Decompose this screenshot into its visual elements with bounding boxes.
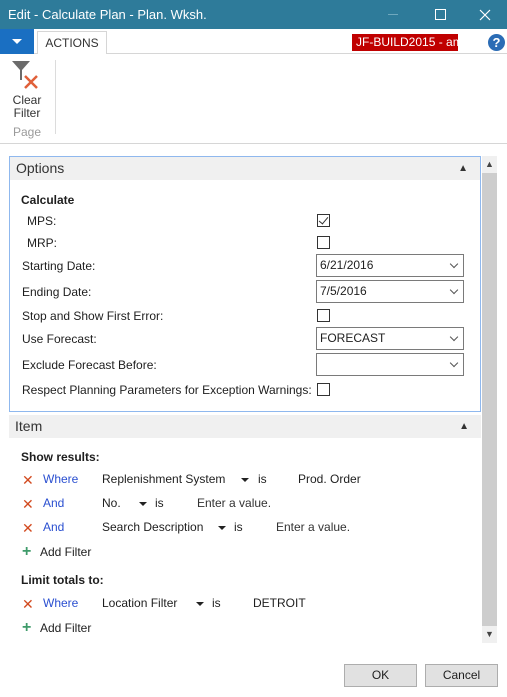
app-menu-button[interactable] xyxy=(0,29,34,54)
remove-filter-icon[interactable]: ✕ xyxy=(22,596,34,612)
clear-filter-label-2: Filter xyxy=(13,106,41,120)
filter-operator: is xyxy=(212,596,221,610)
ending-date-field[interactable]: 7/5/2016 xyxy=(316,280,464,303)
filter-field[interactable]: Location Filter xyxy=(102,596,177,610)
stop-first-error-checkbox[interactable] xyxy=(317,309,330,322)
dialog-content: Options ▲ Calculate MPS: MRP: Starting D… xyxy=(0,145,507,645)
scroll-up-icon[interactable]: ▲ xyxy=(482,156,497,173)
ending-date-value: 7/5/2016 xyxy=(320,284,367,298)
clear-filter-button[interactable]: Clear Filter xyxy=(8,58,46,120)
filter-value[interactable]: DETROIT xyxy=(253,596,306,610)
filter-operator: is xyxy=(155,496,164,510)
server-badge: JF-BUILD2015 - amurp... xyxy=(352,34,458,51)
item-header[interactable]: Item ▲ xyxy=(9,415,481,438)
filter-operator: is xyxy=(234,520,243,534)
options-header[interactable]: Options ▲ xyxy=(10,157,480,180)
maximize-button[interactable] xyxy=(420,0,460,29)
filter-operator: is xyxy=(258,472,267,486)
filter-field[interactable]: No. xyxy=(102,496,121,510)
dropdown-icon[interactable] xyxy=(196,602,204,606)
starting-date-field[interactable]: 6/21/2016 xyxy=(316,254,464,277)
mrp-checkbox[interactable] xyxy=(317,236,330,249)
use-forecast-label: Use Forecast: xyxy=(22,332,97,346)
ribbon-tabs: ACTIONS JF-BUILD2015 - amurp... ? xyxy=(0,29,507,55)
chevron-down-icon[interactable] xyxy=(449,259,459,269)
show-results-label: Show results: xyxy=(21,450,100,464)
item-header-title: Item xyxy=(15,418,43,434)
remove-filter-icon[interactable]: ✕ xyxy=(22,472,34,488)
plus-icon: + xyxy=(22,619,32,636)
minimize-icon xyxy=(388,14,398,15)
collapse-icon[interactable]: ▲ xyxy=(458,157,468,180)
dropdown-icon[interactable] xyxy=(218,526,226,530)
filter-conjunction[interactable]: And xyxy=(43,520,64,534)
starting-date-label: Starting Date: xyxy=(22,259,96,273)
title-bar: Edit - Calculate Plan - Plan. Wksh. xyxy=(0,0,507,29)
calculate-title: Calculate xyxy=(21,193,75,207)
dropdown-icon[interactable] xyxy=(241,478,249,482)
ribbon-group-label: Page xyxy=(12,125,42,139)
tab-actions[interactable]: ACTIONS xyxy=(37,31,107,55)
stop-first-error-label: Stop and Show First Error: xyxy=(22,309,164,323)
filter-conjunction[interactable]: Where xyxy=(43,596,78,610)
maximize-icon xyxy=(434,9,446,20)
clear-filter-icon xyxy=(12,61,38,89)
ending-date-label: Ending Date: xyxy=(22,285,92,299)
use-forecast-value: FORECAST xyxy=(320,331,386,345)
chevron-down-icon xyxy=(12,39,22,44)
ok-button[interactable]: OK xyxy=(344,664,417,687)
mps-label: MPS: xyxy=(27,214,57,228)
add-filter-button[interactable]: + Add Filter xyxy=(22,543,142,561)
chevron-down-icon[interactable] xyxy=(449,285,459,295)
options-header-title: Options xyxy=(16,160,65,176)
plus-icon: + xyxy=(22,543,32,560)
minimize-button[interactable] xyxy=(373,0,413,29)
chevron-down-icon[interactable] xyxy=(449,332,459,342)
add-filter-label: Add Filter xyxy=(40,621,92,635)
window-title: Edit - Calculate Plan - Plan. Wksh. xyxy=(8,7,207,22)
filter-field[interactable]: Replenishment System xyxy=(102,472,225,486)
add-filter-label: Add Filter xyxy=(40,545,92,559)
mps-checkbox[interactable] xyxy=(317,214,330,227)
add-filter-button[interactable]: + Add Filter xyxy=(22,619,142,637)
filter-conjunction[interactable]: Where xyxy=(43,472,78,486)
collapse-icon[interactable]: ▲ xyxy=(459,415,469,438)
ribbon: Clear Filter Page xyxy=(0,54,507,144)
filter-row: ✕ Where Replenishment System is Prod. Or… xyxy=(22,472,422,488)
filter-row: ✕ And Search Description is Enter a valu… xyxy=(22,520,422,536)
scrollbar-thumb[interactable] xyxy=(482,173,497,626)
cancel-button[interactable]: Cancel xyxy=(425,664,498,687)
starting-date-value: 6/21/2016 xyxy=(320,258,374,272)
mrp-label: MRP: xyxy=(27,236,57,250)
scroll-down-icon[interactable]: ▼ xyxy=(482,626,497,643)
exclude-forecast-field[interactable] xyxy=(316,353,464,376)
filter-row: ✕ Where Location Filter is DETROIT xyxy=(22,596,422,612)
help-icon[interactable]: ? xyxy=(488,34,505,51)
exclude-forecast-label: Exclude Forecast Before: xyxy=(22,358,157,372)
dropdown-icon[interactable] xyxy=(139,502,147,506)
filter-value[interactable]: Enter a value. xyxy=(276,520,350,534)
respect-params-label: Respect Planning Parameters for Exceptio… xyxy=(22,383,312,397)
filter-value[interactable]: Enter a value. xyxy=(197,496,271,510)
close-icon xyxy=(479,9,491,20)
filter-conjunction[interactable]: And xyxy=(43,496,64,510)
close-button[interactable] xyxy=(465,0,505,29)
chevron-down-icon[interactable] xyxy=(449,358,459,368)
use-forecast-field[interactable]: FORECAST xyxy=(316,327,464,350)
scrollbar[interactable]: ▲ ▼ xyxy=(482,156,497,643)
ribbon-separator xyxy=(55,60,56,134)
filter-value[interactable]: Prod. Order xyxy=(298,472,361,486)
remove-filter-icon[interactable]: ✕ xyxy=(22,496,34,512)
respect-params-checkbox[interactable] xyxy=(317,383,330,396)
limit-totals-label: Limit totals to: xyxy=(21,573,104,587)
filter-field[interactable]: Search Description xyxy=(102,520,203,534)
filter-row: ✕ And No. is Enter a value. xyxy=(22,496,422,512)
remove-filter-icon[interactable]: ✕ xyxy=(22,520,34,536)
options-panel: Options ▲ Calculate MPS: MRP: Starting D… xyxy=(9,156,481,412)
